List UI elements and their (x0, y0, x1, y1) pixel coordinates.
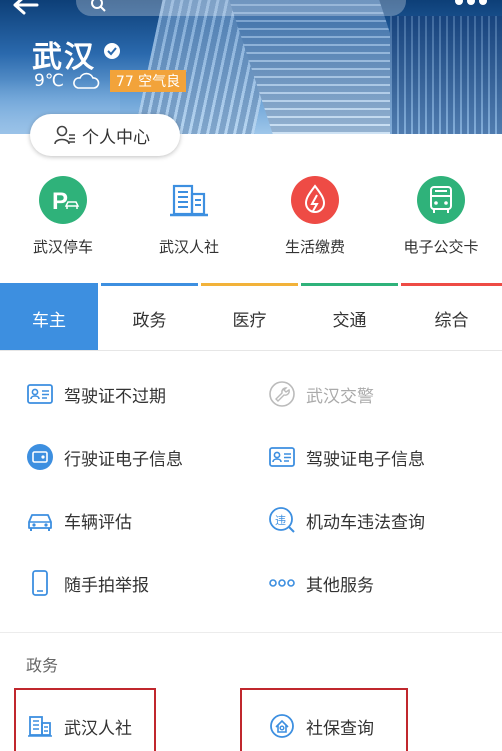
person-icon (54, 125, 75, 145)
wrench-icon (269, 381, 295, 407)
back-arrow-icon[interactable] (10, 0, 40, 16)
id-card-icon (27, 384, 53, 404)
license-card-icon (27, 444, 53, 470)
quick-shortcuts: P 武汉停车 武汉人社 生活缴费 电子公交卡 (0, 168, 502, 258)
social-security-icon (270, 714, 294, 738)
shortcut-label: 武汉人社 (158, 238, 219, 256)
more-menu-icon[interactable] (454, 0, 488, 6)
section-divider (0, 632, 502, 633)
utility-payment-icon (291, 176, 339, 224)
shortcut-label: 生活缴费 (284, 238, 345, 256)
search-icon (91, 0, 106, 12)
verified-check-icon (104, 43, 120, 59)
shortcut-wuhan-hr[interactable]: 武汉人社 (126, 168, 252, 257)
violation-query-icon: 违 (269, 507, 295, 533)
service-wuhan-traffic-police[interactable]: 武汉交警 (268, 374, 374, 414)
gov-item-wuhan-hr[interactable]: 武汉人社 (26, 706, 132, 746)
gov-section-title: 政务 (26, 656, 59, 675)
service-label: 其他服务 (306, 575, 374, 596)
service-violation-query[interactable]: 违 机动车违法查询 (268, 500, 425, 540)
service-license-not-expired[interactable]: 驾驶证不过期 (26, 374, 166, 414)
category-tabs: 车主 政务 医疗 交通 综合 (0, 283, 502, 351)
shortcut-label: 电子公交卡 (403, 238, 479, 256)
tab-general[interactable]: 综合 (401, 283, 502, 350)
gov-item-social-security[interactable]: 社保查询 (268, 706, 374, 746)
tab-government[interactable]: 政务 (101, 283, 198, 350)
service-label: 随手拍举报 (64, 575, 149, 596)
phone-icon (32, 570, 48, 596)
tab-traffic[interactable]: 交通 (301, 283, 398, 350)
air-quality-badge: 77 空气良 (109, 70, 187, 92)
search-input[interactable] (76, 0, 406, 16)
svg-text:P: P (52, 188, 68, 215)
banner-building (390, 16, 502, 134)
service-vehicle-license-info[interactable]: 行驶证电子信息 (26, 437, 183, 477)
tab-medical[interactable]: 医疗 (201, 283, 298, 350)
id-card-icon (269, 447, 295, 467)
weather-info: 9℃ 77 空气良 (34, 70, 187, 92)
service-label: 行驶证电子信息 (64, 449, 183, 470)
service-other[interactable]: 其他服务 (268, 563, 374, 603)
gov-item-label: 武汉人社 (64, 718, 132, 739)
cloud-icon (73, 72, 100, 89)
building-icon (165, 176, 213, 224)
building-icon (28, 716, 52, 737)
shortcut-label: 武汉停车 (32, 238, 93, 256)
shortcut-wuhan-parking[interactable]: P 武汉停车 (0, 168, 126, 257)
service-driver-license-info[interactable]: 驾驶证电子信息 (268, 437, 425, 477)
service-label: 驾驶证电子信息 (306, 449, 425, 470)
service-snapshot-report[interactable]: 随手拍举报 (26, 563, 149, 603)
personal-center-button[interactable]: 个人中心 (30, 114, 180, 156)
service-label: 驾驶证不过期 (64, 386, 166, 407)
service-vehicle-assessment[interactable]: 车辆评估 (26, 500, 132, 540)
shortcut-bus-card[interactable]: 电子公交卡 (378, 168, 502, 257)
service-label: 机动车违法查询 (306, 512, 425, 533)
bus-card-icon (417, 176, 465, 224)
service-label: 武汉交警 (306, 386, 374, 407)
shortcut-utility-payment[interactable]: 生活缴费 (252, 168, 378, 257)
gov-item-label: 社保查询 (306, 718, 374, 739)
tab-car-owner[interactable]: 车主 (0, 283, 98, 350)
svg-text:违: 违 (275, 514, 286, 527)
temperature: 9℃ (34, 71, 64, 91)
car-icon (28, 514, 52, 531)
personal-center-label: 个人中心 (82, 127, 150, 148)
service-label: 车辆评估 (64, 512, 132, 533)
more-dots-icon (269, 579, 295, 587)
parking-icon: P (39, 176, 87, 224)
